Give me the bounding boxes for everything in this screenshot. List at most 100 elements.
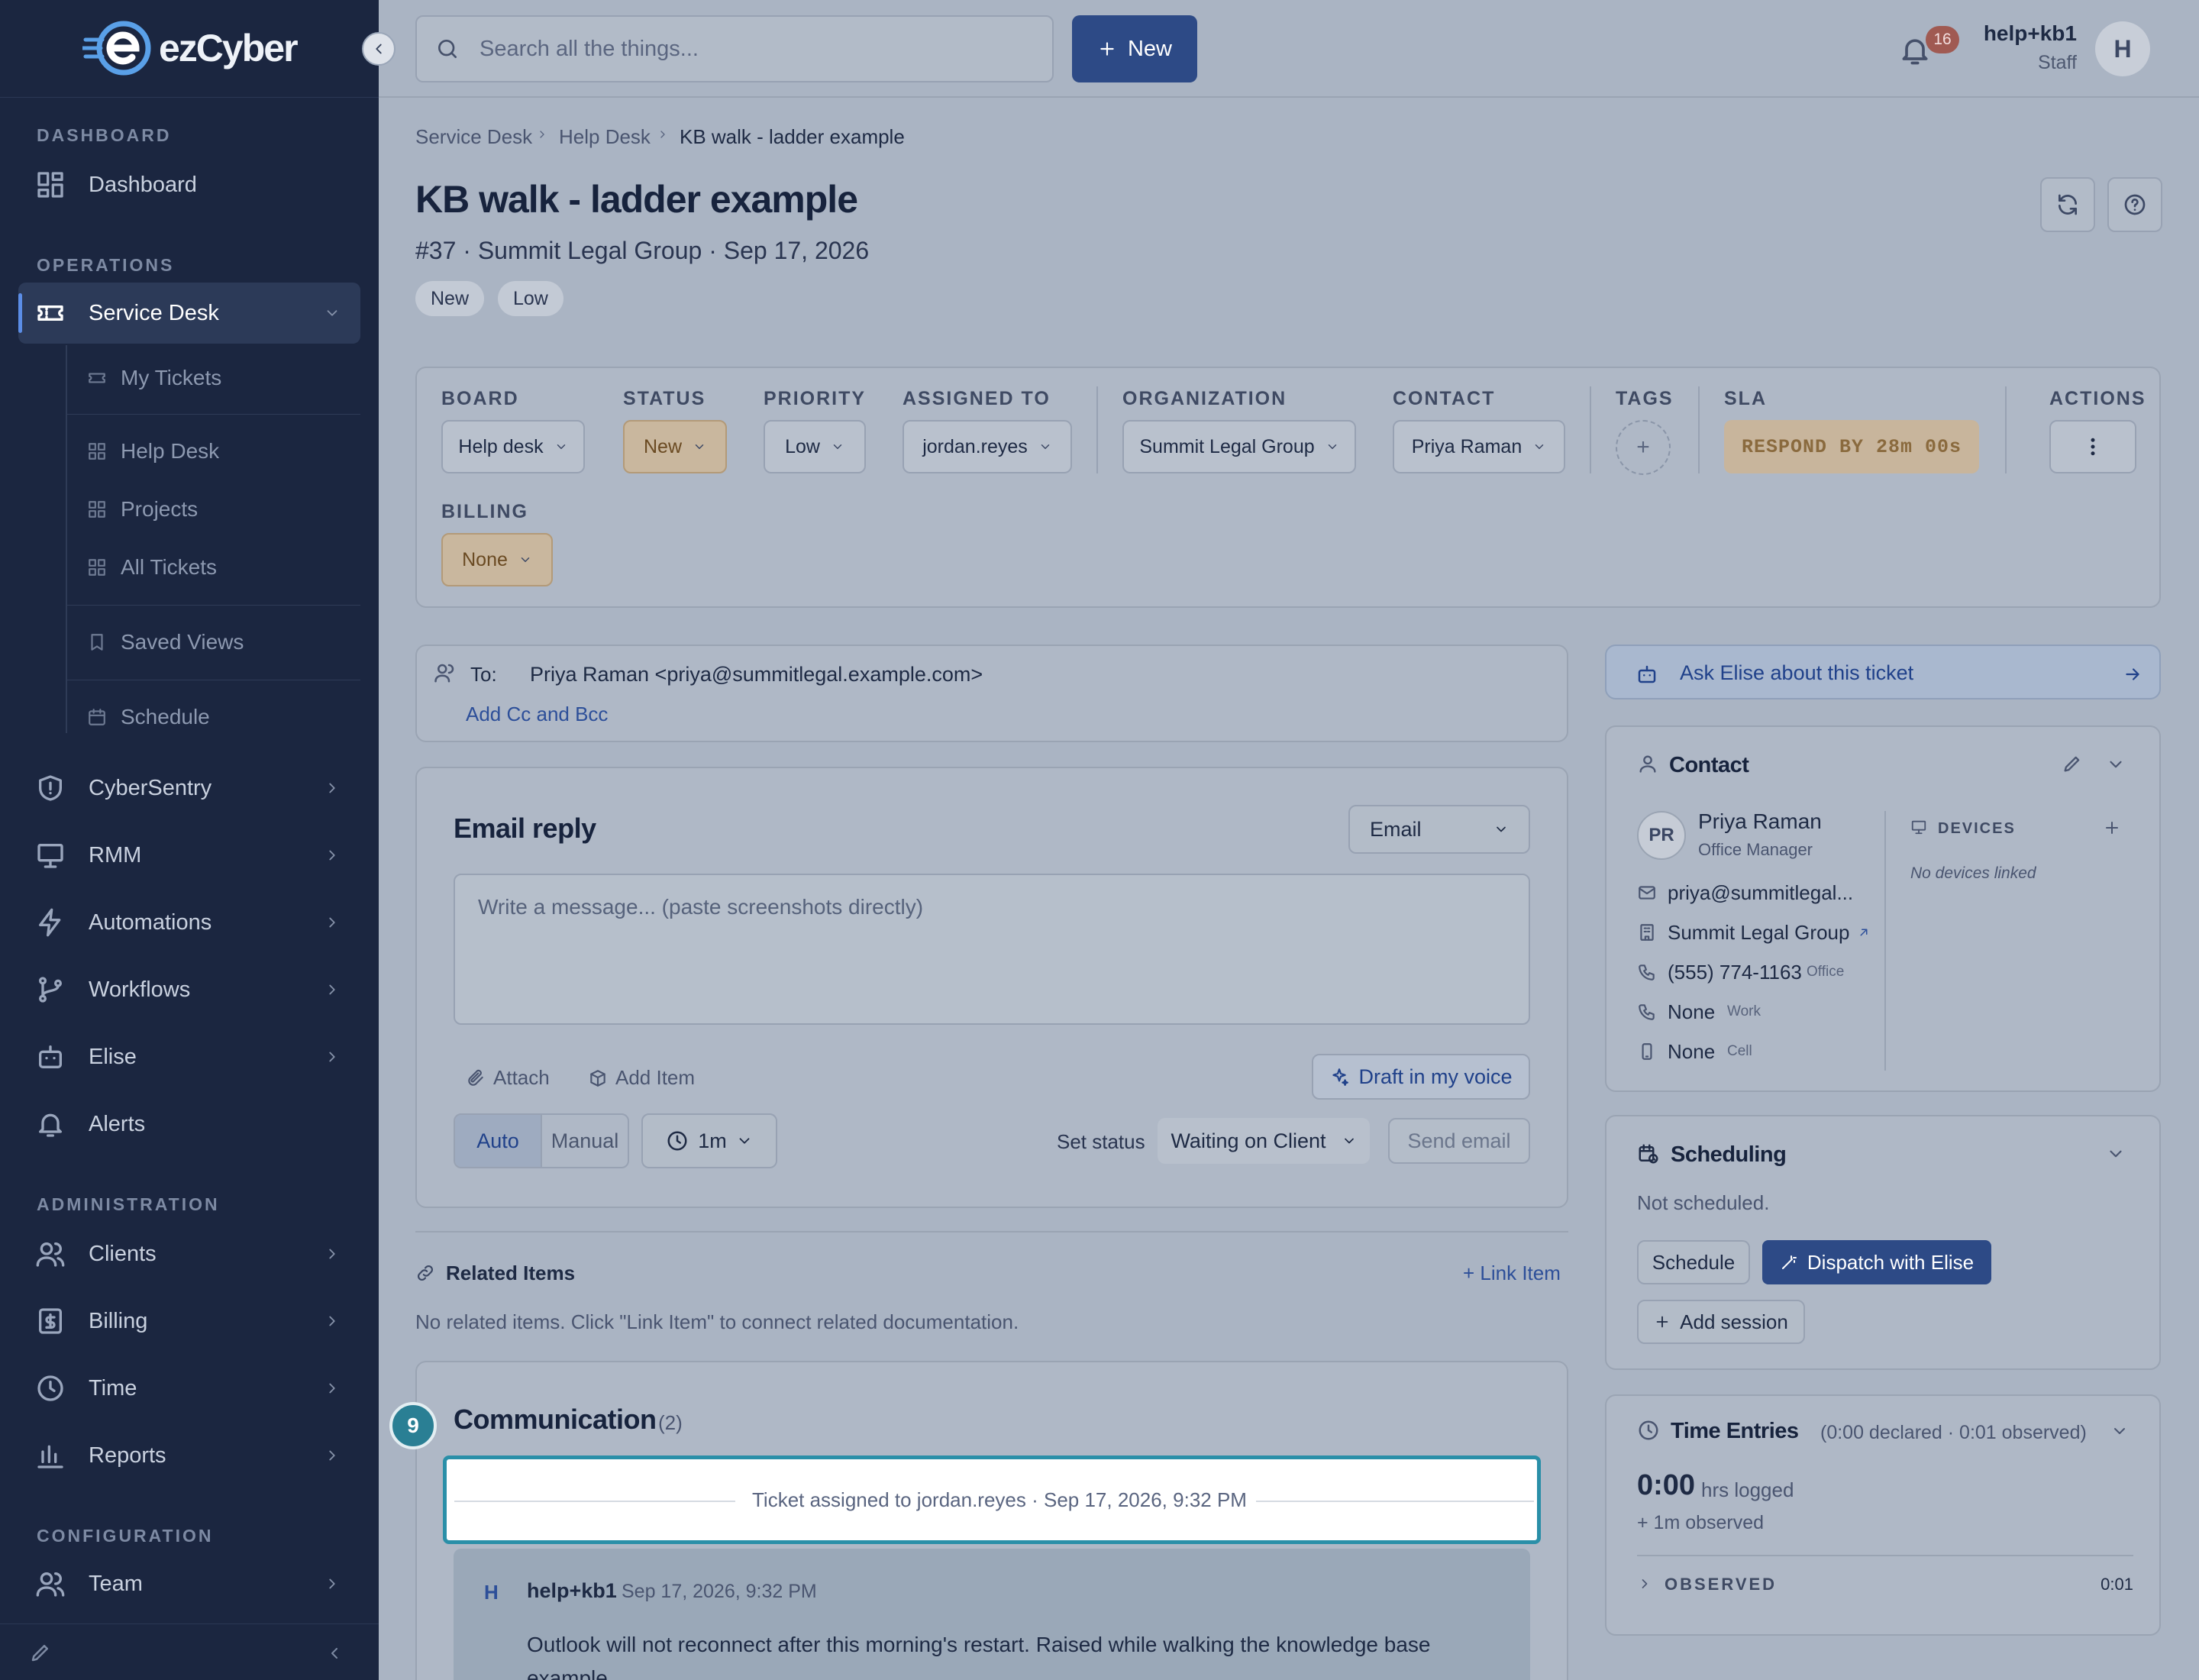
sidebar-item-time[interactable]: Time [18,1358,360,1419]
sidebar-item-service-desk[interactable]: Service Desk [18,283,360,344]
grid-icon [89,443,105,460]
hours-logged-value: 0:00 [1637,1469,1696,1501]
divider [1884,811,1886,1071]
sidebar-item-label: My Tickets [121,366,222,389]
chevron-right-icon [329,1450,335,1461]
assigned-select[interactable]: jordan.reyes [903,420,1072,473]
section-dashboard: DASHBOARD [37,125,172,145]
sidebar-item-all-tickets[interactable]: All Tickets [67,541,360,594]
sidebar-item-dashboard[interactable]: Dashboard [18,154,360,215]
divider [67,414,360,415]
chevron-right-icon [660,131,665,138]
sidebar-item-label: Projects [121,497,199,521]
chevron-down-icon [1344,1138,1354,1144]
breadcrumb-help-desk[interactable]: Help Desk [559,125,651,149]
actions-menu-button[interactable] [2049,420,2136,473]
user-avatar[interactable]: H [2095,21,2150,76]
chevron-down-icon[interactable] [2110,1422,2129,1440]
search-box[interactable] [415,15,1054,82]
sidebar-item-label: Elise [89,1044,137,1069]
add-tag-button[interactable]: + [1616,420,1671,475]
smartphone-icon [1642,1043,1652,1060]
edit-icon[interactable] [2062,753,2083,774]
dispatch-with-elise-button[interactable]: Dispatch with Elise [1762,1240,1991,1284]
sidebar-item-alerts[interactable]: Alerts [18,1094,360,1155]
observed-value: 0:01 [2101,1575,2133,1594]
users-icon [36,1572,65,1597]
priority-value: Low [785,435,820,457]
sidebar-item-workflows[interactable]: Workflows [18,959,360,1020]
chevron-left-icon[interactable] [325,1644,344,1662]
divider [454,1501,735,1502]
sidebar-item-reports[interactable]: Reports [18,1425,360,1486]
help-button[interactable] [2107,177,2162,232]
sidebar-item-billing[interactable]: Billing [18,1291,360,1352]
mode-auto-button[interactable]: Auto [455,1115,541,1167]
to-recipient[interactable]: Priya Raman <priya@summitlegal.example.c… [530,663,983,687]
sidebar-item-label: Reports [89,1443,166,1468]
status-badge: New [415,281,485,316]
add-item-button[interactable]: Add Item [588,1066,695,1090]
users-icon [36,1242,65,1267]
refresh-button[interactable] [2040,177,2095,232]
chevron-right-icon [329,1316,335,1326]
sidebar-item-my-tickets[interactable]: My Tickets [67,351,360,405]
add-session-button[interactable]: Add session [1637,1300,1805,1344]
chevron-down-icon[interactable] [2106,754,2126,774]
bot-icon [39,1045,62,1068]
send-email-button[interactable]: Send email [1388,1118,1530,1164]
sidebar-item-help-desk[interactable]: Help Desk [67,425,360,478]
breadcrumb-service-desk[interactable]: Service Desk [415,125,532,149]
scheduling-card: Scheduling Not scheduled. Schedule Dispa… [1605,1115,2161,1370]
timer-select[interactable]: 1m [641,1113,777,1168]
logo-icon [82,21,151,76]
attach-button[interactable]: Attach [466,1066,550,1090]
ask-elise-button[interactable]: Ask Elise about this ticket [1605,645,2161,699]
collapse-sidebar-button[interactable] [362,32,396,66]
link-item-button[interactable]: + Link Item [1463,1262,1561,1285]
contact-select[interactable]: Priya Raman [1393,420,1565,473]
plus-icon[interactable] [2103,819,2121,837]
board-label: BOARD [441,388,519,409]
search-input[interactable] [480,36,1014,62]
sidebar-item-elise[interactable]: Elise [18,1026,360,1087]
devices-label: DEVICES [1938,820,2016,837]
message-author-avatar: H [484,1581,499,1604]
mode-manual-button[interactable]: Manual [541,1115,628,1167]
contact-phone[interactable]: (555) 774-1163 [1668,961,1802,984]
board-select[interactable]: Help desk [441,420,585,473]
sidebar-item-projects[interactable]: Projects [67,483,360,536]
observed-toggle[interactable]: OBSERVED 0:01 [1637,1565,2133,1605]
divider [1590,386,1591,473]
sidebar-item-cybersentry[interactable]: CyberSentry [18,758,360,819]
divider [67,605,360,606]
chevron-down-icon[interactable] [2106,1144,2126,1164]
logo[interactable]: ezCyber [82,20,299,76]
git-branch-icon [39,977,62,1003]
sidebar-item-automations[interactable]: Automations [18,892,360,953]
sidebar-item-schedule[interactable]: Schedule [67,690,360,744]
billing-select[interactable]: None [441,533,553,586]
contact-email[interactable]: priya@summitlegal... [1668,881,1853,905]
draft-in-my-voice-button[interactable]: Draft in my voice [1312,1054,1530,1100]
assigned-value: jordan.reyes [922,435,1028,457]
sidebar-item-label: Saved Views [121,630,244,654]
sidebar-item-clients[interactable]: Clients [18,1223,360,1284]
sidebar-item-rmm[interactable]: RMM [18,825,360,886]
related-items-empty: No related items. Click "Link Item" to c… [415,1310,1019,1333]
message-textarea[interactable]: Write a message... (paste screenshots di… [454,874,1530,1025]
contact-organization-link[interactable]: Summit Legal Group [1668,921,1849,945]
channel-select[interactable]: Email [1348,805,1530,854]
status-select[interactable]: New [623,420,727,473]
add-cc-bcc-link[interactable]: Add Cc and Bcc [466,703,608,726]
organization-select[interactable]: Summit Legal Group [1122,420,1356,473]
sidebar-item-saved-views[interactable]: Saved Views [67,615,360,669]
priority-select[interactable]: Low [764,420,866,473]
notification-count-badge: 16 [1926,26,1959,53]
set-status-select[interactable]: Waiting on Client [1158,1118,1370,1164]
pencil-icon[interactable] [29,1641,52,1664]
schedule-button[interactable]: Schedule [1637,1240,1750,1284]
add-session-label: Add session [1680,1310,1788,1333]
new-button[interactable]: New [1072,15,1197,82]
sidebar-item-team[interactable]: Team [18,1553,360,1614]
